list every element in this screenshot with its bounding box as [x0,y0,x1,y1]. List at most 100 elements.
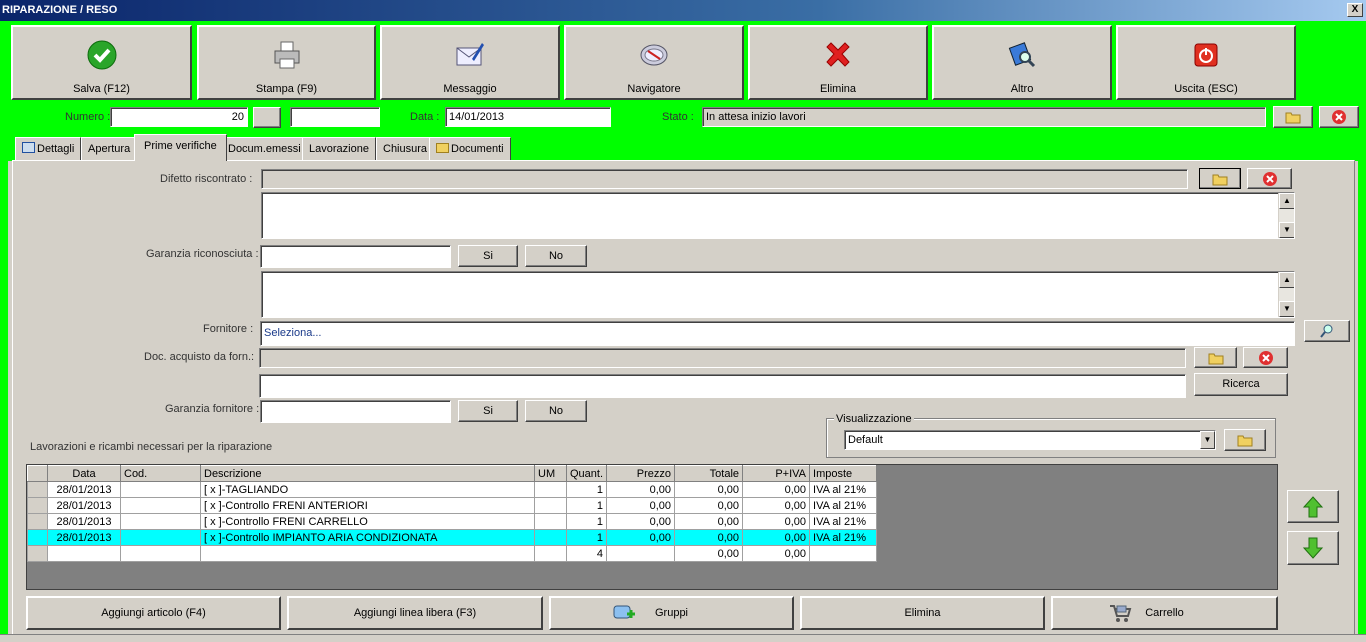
tab-chiusura[interactable]: Chiusura [376,137,435,161]
table-row[interactable]: 28/01/2013 [ x ]-Controllo IMPIANTO ARIA … [27,529,878,546]
table-cell[interactable] [120,529,201,546]
col-imposte[interactable]: Imposte [809,465,878,482]
table-cell[interactable]: 0,00 [674,481,744,498]
chevron-down-icon[interactable]: ▼ [1200,431,1215,449]
difetto-open-button[interactable] [1199,168,1241,189]
data-input[interactable]: 14/01/2013 [445,107,611,127]
doc-search-input[interactable] [259,374,1186,398]
move-up-button[interactable] [1287,490,1339,523]
table-cell[interactable] [120,481,201,498]
tab-apertura[interactable]: Apertura [81,137,138,161]
table-cell[interactable]: [ x ]-Controllo FRENI CARRELLO [200,513,535,530]
col-totale[interactable]: Totale [674,465,744,482]
move-down-button[interactable] [1287,531,1339,565]
table-cell[interactable]: IVA al 21% [809,481,878,498]
table-cell[interactable]: [ x ]-Controllo IMPIANTO ARIA CONDIZIONA… [200,529,535,546]
elimina-row-button[interactable]: Elimina [800,596,1045,630]
gruppi-button[interactable]: Gruppi [549,596,794,630]
table-cell[interactable]: 1 [565,529,608,546]
exit-button[interactable]: Uscita (ESC) [1116,25,1296,100]
garanzia-notes[interactable]: ▲ ▼ [261,271,1295,318]
garanzia-fornitore-input[interactable] [260,400,451,423]
table-cell[interactable]: 0,00 [742,497,811,514]
row-indicator[interactable] [27,513,48,530]
table-cell[interactable]: 28/01/2013 [47,529,121,546]
difetto-clear-button[interactable] [1247,168,1292,189]
table-cell[interactable]: 0,00 [674,529,744,546]
table-cell[interactable]: 0,00 [674,513,744,530]
table-cell[interactable]: 0,00 [606,513,676,530]
table-cell[interactable]: IVA al 21% [809,497,878,514]
col-um[interactable]: UM [534,465,567,482]
fornitore-input[interactable]: Seleziona... [260,321,1295,346]
table-cell[interactable]: 0,00 [606,497,676,514]
garanzia-si-button[interactable]: Si [458,245,518,267]
aggiungi-linea-button[interactable]: Aggiungi linea libera (F3) [287,596,543,630]
lavorazioni-grid[interactable]: Data Cod. Descrizione UM Quant. Prezzo T… [26,464,1278,590]
scroll-up-icon[interactable]: ▲ [1279,193,1294,209]
visualizzazione-select[interactable]: Default ▼ [844,430,1216,450]
tab-lavorazione[interactable]: Lavorazione [302,137,376,161]
table-row[interactable]: 28/01/2013[ x ]-TAGLIANDO 1 0,00 0,00 0,00 IV… [27,481,878,498]
table-cell[interactable]: [ x ]-TAGLIANDO [200,481,535,498]
doc-acquisto-input[interactable] [259,348,1186,368]
table-cell[interactable]: 0,00 [606,529,676,546]
table-cell[interactable]: 1 [565,513,608,530]
table-cell[interactable]: 0,00 [742,513,811,530]
numero-input[interactable]: 20 [110,107,248,127]
stato-input[interactable]: In attesa inizio lavori [702,107,1266,127]
col-piva[interactable]: P+IVA [742,465,811,482]
visualizzazione-open-button[interactable] [1224,429,1266,451]
table-cell[interactable]: 28/01/2013 [47,497,121,514]
numero-suffix-input[interactable] [290,107,380,127]
row-indicator[interactable] [27,529,48,546]
table-cell[interactable]: [ x ]-Controllo FRENI ANTERIORI [200,497,535,514]
scroll-down-icon[interactable]: ▼ [1279,222,1294,238]
tab-dettagli[interactable]: Dettagli [15,137,82,161]
table-cell[interactable] [534,497,567,514]
row-indicator[interactable] [27,497,48,514]
doc-open-button[interactable] [1194,347,1237,368]
carrello-button[interactable]: Carrello [1051,596,1278,630]
stato-open-button[interactable] [1273,106,1313,128]
col-quant[interactable]: Quant. [565,465,608,482]
message-button[interactable]: Messaggio [380,25,560,100]
garanzia-input[interactable] [260,245,451,268]
tab-docum-emessi[interactable]: Docum.emessi [221,137,308,161]
other-button[interactable]: Altro [932,25,1112,100]
table-cell[interactable] [534,513,567,530]
aggiungi-articolo-button[interactable]: Aggiungi articolo (F4) [26,596,281,630]
garanzia-fornitore-no-button[interactable]: No [525,400,587,422]
table-cell[interactable]: IVA al 21% [809,529,878,546]
window-close-button[interactable]: X [1347,3,1363,17]
col-descrizione[interactable]: Descrizione [200,465,535,482]
table-cell[interactable]: 0,00 [606,481,676,498]
print-button[interactable]: Stampa (F9) [197,25,376,100]
table-cell[interactable]: 28/01/2013 [47,513,121,530]
scrollbar[interactable]: ▲ ▼ [1278,193,1294,238]
scroll-down-icon[interactable]: ▼ [1279,301,1294,317]
scroll-up-icon[interactable]: ▲ [1279,272,1294,288]
fornitore-search-button[interactable] [1304,320,1350,342]
tab-documenti[interactable]: Documenti [429,137,511,161]
table-cell[interactable]: 0,00 [742,529,811,546]
col-data[interactable]: Data [47,465,121,482]
table-cell[interactable]: 1 [565,497,608,514]
table-cell[interactable]: 1 [565,481,608,498]
navigator-button[interactable]: Navigatore [564,25,744,100]
table-cell[interactable]: 0,00 [674,497,744,514]
table-row[interactable]: 28/01/2013 [ x ]-Controllo FRENI ANTERIOR… [27,497,878,514]
table-row[interactable]: 28/01/2013 [ x ]-Controllo FRENI CARRELLO… [27,513,878,530]
table-cell[interactable] [534,481,567,498]
table-cell[interactable]: IVA al 21% [809,513,878,530]
col-cod[interactable]: Cod. [120,465,201,482]
save-button[interactable]: Salva (F12) [11,25,192,100]
difetto-notes[interactable]: ▲ ▼ [261,192,1295,239]
scrollbar[interactable]: ▲ ▼ [1278,272,1294,317]
col-prezzo[interactable]: Prezzo [606,465,676,482]
row-indicator[interactable] [27,481,48,498]
table-cell[interactable] [120,497,201,514]
table-cell[interactable] [120,513,201,530]
table-cell[interactable]: 0,00 [742,481,811,498]
difetto-input[interactable] [261,169,1188,189]
